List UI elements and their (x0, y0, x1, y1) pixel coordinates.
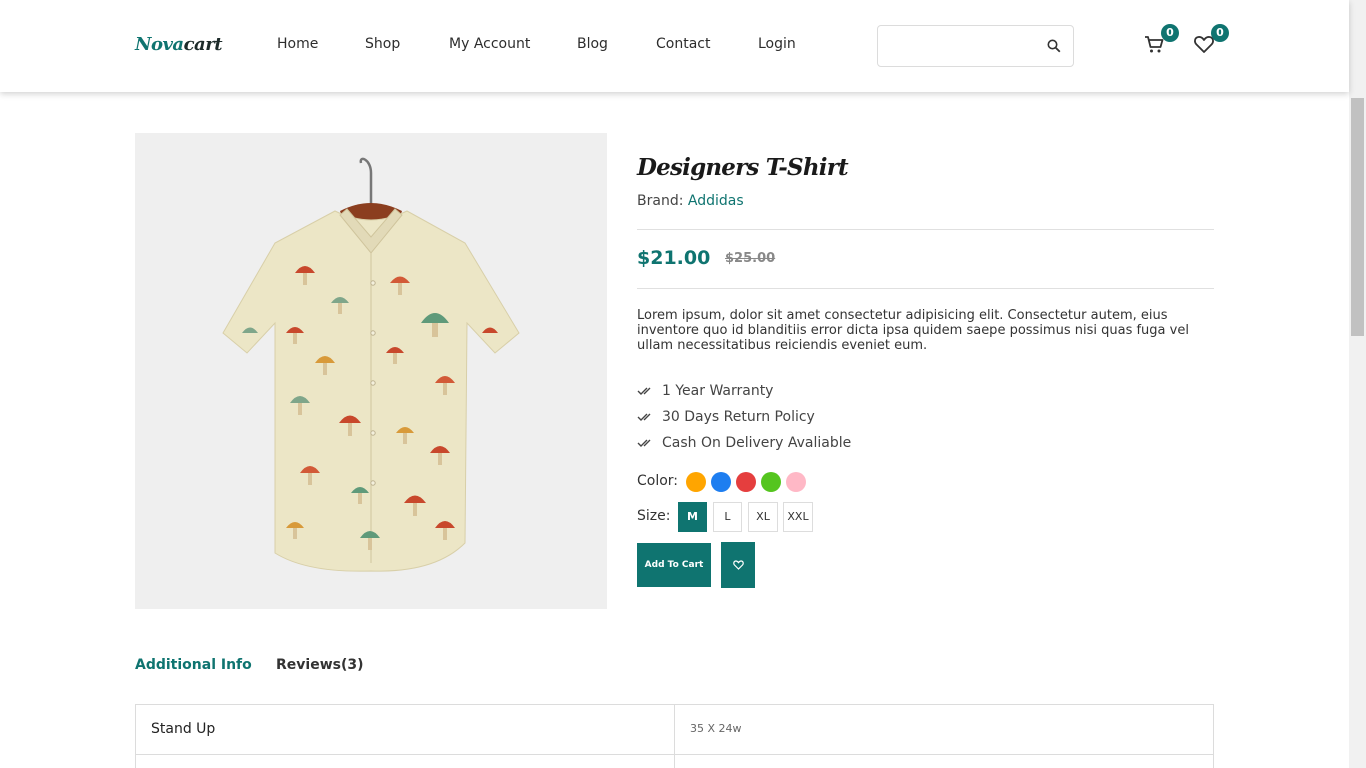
product-brand: Brand: Addidas (637, 193, 744, 209)
table-row: Stand Up 35 X 24w (136, 705, 1213, 755)
feature-item: Cash On Delivery Avaliable (637, 435, 851, 451)
color-swatch-red[interactable] (736, 472, 756, 492)
size-option-xl[interactable]: XL (748, 502, 778, 532)
nav-shop[interactable]: Shop (365, 36, 400, 52)
nav-home[interactable]: Home (277, 36, 318, 52)
logo-part2: cart (183, 34, 223, 55)
color-swatch-blue[interactable] (711, 472, 731, 492)
add-to-wishlist-button[interactable] (721, 542, 755, 588)
shirt-illustration (222, 157, 520, 572)
feature-label: 1 Year Warranty (662, 383, 774, 399)
feature-item: 30 Days Return Policy (637, 409, 815, 425)
divider (637, 288, 1214, 289)
size-option-m[interactable]: M (678, 502, 707, 532)
color-swatch-green[interactable] (761, 472, 781, 492)
search-input[interactable] (878, 26, 1038, 66)
feature-label: 30 Days Return Policy (662, 409, 815, 425)
tab-additional-info[interactable]: Additional Info (135, 657, 252, 673)
feature-label: Cash On Delivery Avaliable (662, 435, 852, 451)
brand-label: Brand: (637, 193, 688, 209)
product-description: Lorem ipsum, dolor sit amet consectetur … (637, 308, 1189, 353)
cart-button[interactable]: 0 (1143, 24, 1179, 55)
wishlist-button[interactable]: 0 (1193, 24, 1229, 55)
table-cell-value (675, 755, 1213, 768)
add-to-cart-button[interactable]: Add To Cart (637, 543, 711, 587)
nav-my-account[interactable]: My Account (449, 36, 530, 52)
divider (637, 229, 1214, 230)
table-cell-key (136, 755, 675, 768)
site-header: Novacart Home Shop My Account Blog Conta… (0, 0, 1349, 92)
search-box (877, 25, 1074, 67)
table-cell-value: 35 X 24w (690, 722, 742, 735)
nav-blog[interactable]: Blog (577, 36, 608, 52)
logo-part1: Nova (135, 34, 184, 55)
table-cell-key: Stand Up (136, 705, 675, 754)
size-label: Size: (637, 508, 671, 524)
color-swatch-orange[interactable] (686, 472, 706, 492)
product-old-price: $25.00 (725, 251, 776, 266)
page-scrollbar[interactable] (1349, 0, 1366, 768)
product-image (135, 133, 607, 609)
size-option-xxl[interactable]: XXL (783, 502, 813, 532)
feature-item: 1 Year Warranty (637, 383, 773, 399)
double-check-icon (637, 413, 651, 421)
additional-info-table: Stand Up 35 X 24w (135, 704, 1214, 768)
heart-icon (733, 560, 744, 570)
cart-count-badge: 0 (1161, 24, 1179, 42)
color-label: Color: (637, 473, 679, 489)
double-check-icon (637, 387, 651, 395)
size-option-l[interactable]: L (713, 502, 742, 532)
color-swatch-pink[interactable] (786, 472, 806, 492)
wishlist-count-badge: 0 (1211, 24, 1229, 42)
scrollbar-thumb[interactable] (1351, 98, 1364, 336)
nav-login[interactable]: Login (758, 36, 796, 52)
nav-contact[interactable]: Contact (656, 36, 710, 52)
product-title: Designers T-Shirt (637, 154, 849, 181)
logo[interactable]: Novacart (135, 34, 223, 55)
product-price: $21.00 (637, 247, 711, 269)
double-check-icon (637, 439, 651, 447)
table-row (136, 755, 1213, 768)
search-icon[interactable] (1047, 39, 1061, 53)
brand-link[interactable]: Addidas (688, 193, 744, 209)
tab-reviews[interactable]: Reviews(3) (276, 657, 364, 673)
